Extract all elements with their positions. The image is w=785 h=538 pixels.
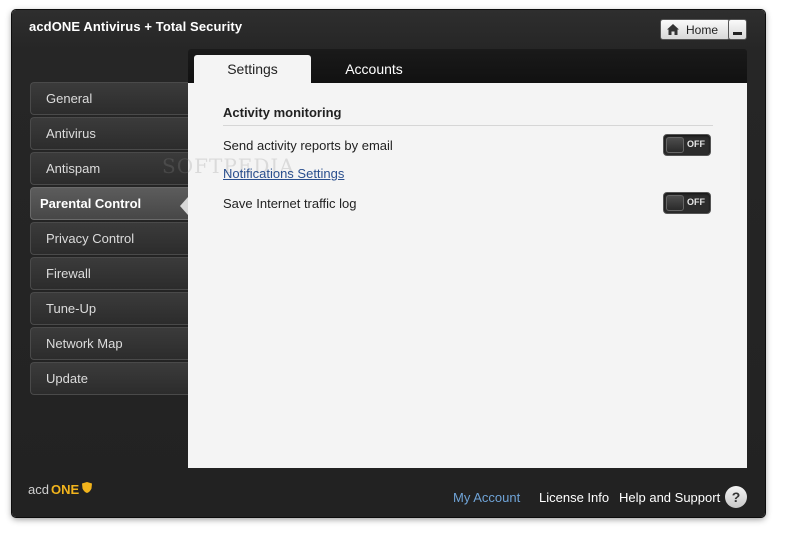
notifications-settings-link[interactable]: Notifications Settings (223, 166, 344, 181)
toggle-knob (666, 195, 684, 211)
email-reports-label: Send activity reports by email (223, 138, 393, 153)
toggle-state: OFF (687, 139, 705, 149)
window-title: acdONE Antivirus + Total Security (29, 19, 243, 34)
active-item-pointer (180, 197, 188, 215)
sidebar-item-network-map[interactable]: Network Map (30, 327, 188, 360)
sidebar-item-antivirus[interactable]: Antivirus (30, 117, 188, 150)
brand-logo: acd ONE (28, 481, 93, 497)
email-reports-toggle[interactable]: OFF (663, 134, 711, 156)
section-divider (223, 125, 713, 126)
help-support-link[interactable]: Help and Support (619, 490, 720, 505)
logo-suffix: ONE (50, 481, 80, 497)
home-button-label: Home (686, 22, 719, 37)
tab-accounts[interactable]: Accounts (314, 55, 434, 83)
toggle-state: OFF (687, 197, 705, 207)
shield-icon (81, 481, 93, 497)
sidebar-item-general[interactable]: General (30, 82, 188, 115)
traffic-log-toggle[interactable]: OFF (663, 192, 711, 214)
my-account-link[interactable]: My Account (453, 490, 520, 505)
sidebar: General Antivirus Antispam Parental Cont… (30, 82, 188, 397)
home-icon (666, 23, 680, 36)
tab-settings[interactable]: Settings (194, 55, 311, 83)
tab-bar: Settings Accounts (188, 49, 747, 83)
sidebar-item-tune-up[interactable]: Tune-Up (30, 292, 188, 325)
sidebar-item-parental-control[interactable]: Parental Control (30, 187, 188, 220)
settings-panel: SOFTPEDIA Activity monitoring Send activ… (162, 83, 747, 468)
sidebar-item-firewall[interactable]: Firewall (30, 257, 188, 290)
minimize-button[interactable] (728, 19, 747, 40)
help-icon[interactable]: ? (725, 486, 747, 508)
section-title: Activity monitoring (223, 105, 342, 120)
toggle-knob (666, 137, 684, 153)
app-window: acdONE Antivirus + Total Security Home G… (12, 10, 765, 517)
traffic-log-label: Save Internet traffic log (223, 196, 357, 211)
sidebar-item-privacy-control[interactable]: Privacy Control (30, 222, 188, 255)
logo-prefix: acd (28, 481, 49, 497)
license-info-link[interactable]: License Info (539, 490, 609, 505)
minimize-icon (733, 32, 742, 35)
sidebar-item-update[interactable]: Update (30, 362, 188, 395)
home-button[interactable]: Home (660, 19, 730, 40)
